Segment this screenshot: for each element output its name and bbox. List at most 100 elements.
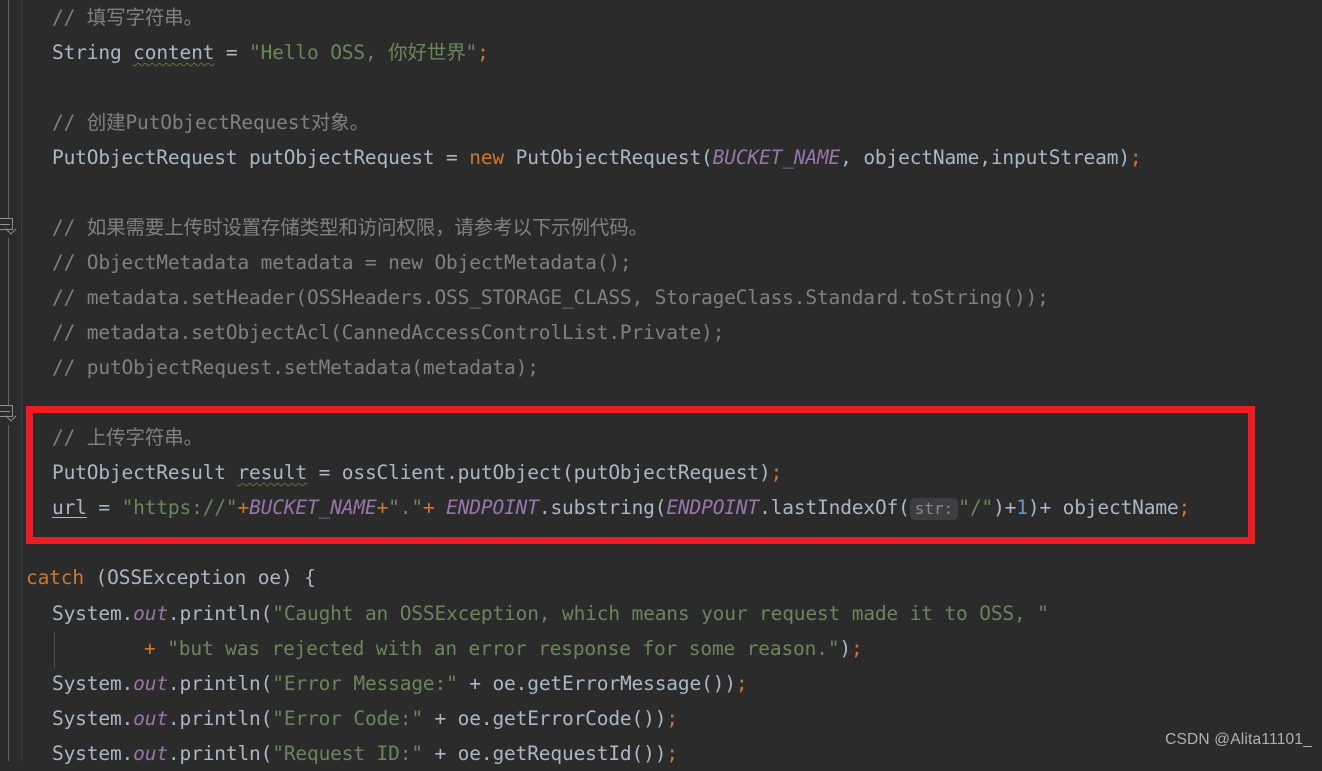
code-line-2[interactable]: String content = "Hello OSS, 你好世界"; [52, 35, 489, 70]
semicolon: ; [851, 637, 863, 660]
semicolon: ; [735, 672, 748, 695]
variable-result: result [237, 461, 307, 484]
code-line-14[interactable]: PutObjectResult result = ossClient.putOb… [52, 455, 782, 490]
operator-plus: + [422, 496, 447, 519]
comment-text: // 填写字符串。 [52, 6, 203, 29]
paren-close: ) [839, 637, 852, 660]
comment-text: // 如果需要上传时设置存储类型和访问权限，请参考以下示例代码。 [52, 216, 648, 239]
parameter-hint-str[interactable]: str: [909, 498, 959, 520]
concat-expression: + oe.getRequestId() [422, 742, 655, 765]
paren-close: ) [654, 742, 667, 765]
indent-guide [54, 632, 55, 668]
static-field-bucket-name: BUCKET_NAME [712, 146, 841, 169]
string-literal: "Error Message:" [272, 672, 458, 695]
keyword-catch: catch [26, 566, 84, 589]
method-println: .println( [167, 672, 273, 695]
code-fold-line-lower [8, 425, 9, 761]
paren-close: ) [654, 707, 667, 730]
code-line-15[interactable]: url = "https://"+BUCKET_NAME+"."+ ENDPOI… [52, 490, 1190, 525]
method-substring: .substring( [538, 496, 667, 519]
method-println: .println( [167, 742, 273, 765]
type-token: PutObjectResult [52, 461, 238, 484]
operator-plus: + [144, 637, 168, 660]
gutter-separator [21, 0, 22, 761]
static-field-bucket-name: BUCKET_NAME [249, 496, 377, 519]
static-field-out: out [133, 602, 168, 625]
semicolon: ; [1178, 496, 1191, 519]
keyword-new: new [469, 146, 505, 169]
system-token: System. [52, 602, 134, 625]
code-line-10[interactable]: // metadata.setObjectAcl(CannedAccessCon… [52, 315, 724, 350]
code-fold-line-middle [8, 238, 9, 405]
method-println: .println( [167, 602, 273, 625]
type-token: String [52, 41, 134, 64]
paren-close: ) [724, 672, 736, 695]
concat-expression: + oe.getErrorMessage() [457, 672, 725, 695]
code-line-7[interactable]: // 如果需要上传时设置存储类型和访问权限，请参考以下示例代码。 [52, 210, 648, 245]
comment-text: // putObjectRequest.setMetadata(metadata… [52, 356, 539, 379]
code-line-11[interactable]: // putObjectRequest.setMetadata(metadata… [52, 350, 539, 385]
code-line-19[interactable]: + "but was rejected with an error respon… [144, 631, 863, 666]
operator-assign: = [86, 496, 122, 519]
string-literal-dot: "." [388, 496, 423, 519]
code-line-13[interactable]: // 上传字符串。 [52, 420, 203, 455]
code-line-20[interactable]: System.out.println("Error Message:" + oe… [52, 666, 748, 701]
string-literal-slash: "/" [958, 496, 994, 519]
arg-separator: , objectName,inputStream [840, 146, 1119, 169]
string-literal: "Caught an OSSException, which means you… [272, 602, 1049, 625]
static-field-out: out [133, 672, 168, 695]
comment-text: // 上传字符串。 [52, 426, 203, 449]
code-line-4[interactable]: // 创建PutObjectRequest对象。 [52, 105, 369, 140]
method-call: = ossClient.putObject(putObjectRequest) [307, 461, 771, 484]
string-literal: "but was rejected with an error response… [167, 637, 840, 660]
paren-plus: )+ [993, 496, 1017, 519]
comment-text: // metadata.setObjectAcl(CannedAccessCon… [52, 321, 725, 344]
static-field-endpoint-2: ENDPOINT [666, 496, 760, 519]
paren-close: ) [1118, 146, 1130, 169]
code-line-22[interactable]: System.out.println("Request ID:" + oe.ge… [52, 736, 678, 771]
semicolon: ; [477, 41, 489, 64]
code-fold-line-upper [8, 0, 9, 218]
code-line-17[interactable]: catch (OSSException oe) { [26, 560, 316, 595]
static-field-endpoint: ENDPOINT [446, 496, 539, 519]
code-editor[interactable]: // 填写字符串。 String content = "Hello OSS, 你… [0, 0, 1322, 765]
code-line-21[interactable]: System.out.println("Error Code:" + oe.ge… [52, 701, 678, 736]
method-println: .println( [167, 707, 273, 730]
code-line-18[interactable]: System.out.println("Caught an OSSExcepti… [52, 596, 1049, 631]
string-literal-https: "https://" [121, 496, 238, 519]
semicolon: ; [666, 707, 678, 730]
string-literal: "Error Code:" [272, 707, 423, 730]
static-field-out: out [133, 742, 168, 765]
comment-text: // ObjectMetadata metadata = new ObjectM… [52, 251, 632, 274]
system-token: System. [52, 707, 134, 730]
system-token: System. [52, 742, 134, 765]
method-lastindexof: .lastIndexOf( [759, 496, 910, 519]
concat-expression: + oe.getErrorCode() [422, 707, 655, 730]
comment-text: // 创建PutObjectRequest对象。 [52, 111, 369, 134]
comment-text: // metadata.setHeader(OSSHeaders.OSS_STO… [52, 286, 1049, 309]
csdn-watermark: CSDN @Alita11101_ [1165, 731, 1312, 748]
declaration-token: PutObjectRequest putObjectRequest = [52, 146, 470, 169]
code-line-9[interactable]: // metadata.setHeader(OSSHeaders.OSS_STO… [52, 280, 1049, 315]
semicolon: ; [770, 461, 783, 484]
static-field-out: out [133, 707, 168, 730]
operator-plus: + [376, 496, 389, 519]
system-token: System. [52, 672, 134, 695]
string-literal: "Request ID:" [272, 742, 423, 765]
tail-expression: )+ objectName [1027, 496, 1179, 519]
variable-url: url [52, 496, 87, 519]
variable-content: content [133, 41, 215, 64]
code-line-8[interactable]: // ObjectMetadata metadata = new ObjectM… [52, 245, 632, 280]
constructor-call: PutObjectRequest( [504, 146, 713, 169]
operator-assign: = [214, 41, 250, 64]
catch-params: (OSSException oe) { [83, 566, 316, 589]
operator-plus: + [237, 496, 250, 519]
code-fold-marker-icon-2[interactable] [0, 403, 18, 423]
semicolon: ; [1129, 146, 1142, 169]
string-literal: "Hello OSS, 你好世界" [249, 41, 478, 64]
number-literal: 1 [1016, 496, 1028, 519]
code-fold-marker-icon-1[interactable] [0, 216, 18, 236]
code-line-1[interactable]: // 填写字符串。 [52, 0, 203, 35]
semicolon: ; [666, 742, 678, 765]
code-line-5[interactable]: PutObjectRequest putObjectRequest = new … [52, 140, 1142, 175]
